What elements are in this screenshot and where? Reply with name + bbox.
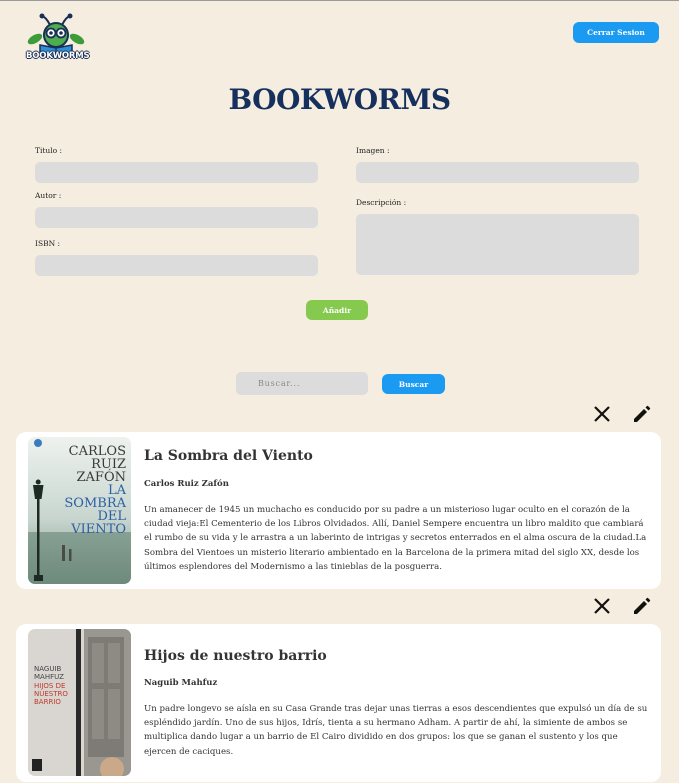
book-card-1: CARLOS RUIZ ZAFÓN LA SOMBRA DEL VIENTO L… <box>16 432 661 589</box>
isbn-field[interactable] <box>35 255 318 276</box>
logo-text: BOOKWORMS <box>26 51 90 61</box>
add-button[interactable]: Añadir <box>306 300 368 320</box>
book-author: Carlos Ruiz Zafón <box>144 479 229 489</box>
book-author: Naguib Mahfuz <box>144 678 218 688</box>
cover-2-author-line-1: NAGUIB <box>34 665 62 673</box>
cover-2-title-line-3: BARRIO <box>34 698 61 706</box>
description-field[interactable] <box>356 214 639 275</box>
edit-book-1-button[interactable] <box>631 403 653 425</box>
book-description: Un padre longevo se aísla en su Casa Gra… <box>144 704 648 757</box>
page-title: BOOKWORMS <box>228 83 451 116</box>
book-title: Hijos de nuestro barrio <box>144 648 327 664</box>
title-label: Titulo : <box>35 146 63 155</box>
close-icon <box>594 598 610 614</box>
author-label: Autor : <box>35 191 62 200</box>
edit-book-2-button[interactable] <box>631 595 653 617</box>
book-description: Un amanecer de 1945 un muchacho es condu… <box>144 505 647 572</box>
logout-button[interactable]: Cerrar Sesion <box>573 22 659 43</box>
pencil-icon <box>634 405 651 422</box>
image-field[interactable] <box>356 162 639 183</box>
description-label: Descripción : <box>356 198 407 207</box>
title-field[interactable] <box>35 162 318 183</box>
author-field[interactable] <box>35 207 318 228</box>
search-button[interactable]: Buscar <box>382 374 445 394</box>
isbn-label: ISBN : <box>35 239 61 248</box>
delete-book-1-button[interactable] <box>591 403 613 425</box>
cover-1-title-line-4: VIENTO <box>71 522 126 537</box>
delete-book-2-button[interactable] <box>591 595 613 617</box>
book-cover-2: NAGUIB MAHFUZ HIJOS DE NUESTRO BARRIO <box>28 629 131 776</box>
pencil-icon <box>634 597 651 614</box>
search-input[interactable]: Buscar... <box>236 372 368 395</box>
close-icon <box>594 406 610 422</box>
book-card-2: NAGUIB MAHFUZ HIJOS DE NUESTRO BARRIO Hi… <box>16 624 661 782</box>
book-title: La Sombra del Viento <box>144 448 313 464</box>
cover-2-title-line-2: NUESTRO <box>34 690 68 698</box>
image-label: Imagen : <box>356 146 390 155</box>
bookworms-logo: BOOKWORMS <box>26 13 90 65</box>
book-cover-1: CARLOS RUIZ ZAFÓN LA SOMBRA DEL VIENTO <box>28 437 131 584</box>
cover-2-title-line-1: HIJOS DE <box>34 682 66 690</box>
cover-2-author-line-2: MAHFUZ <box>34 673 64 681</box>
